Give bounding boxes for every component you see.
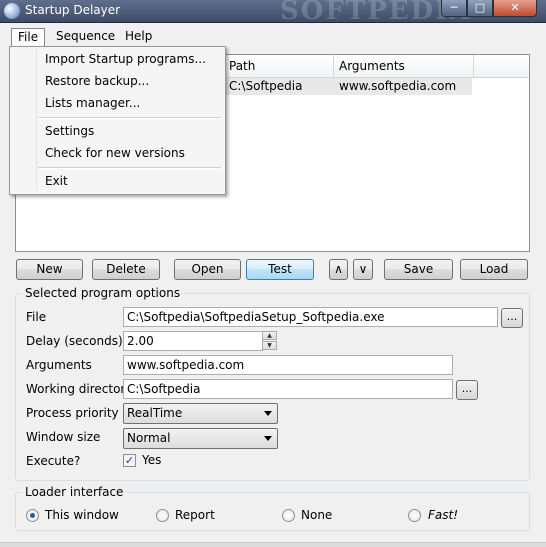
- chevron-down-icon: [264, 436, 272, 441]
- options-group-title: Selected program options: [22, 286, 184, 300]
- menu-gutter: [36, 49, 37, 190]
- window-size-select[interactable]: Normal: [123, 428, 278, 449]
- browse-file-button[interactable]: ...: [501, 308, 523, 328]
- row-arguments: www.softpedia.com: [339, 79, 457, 93]
- delay-label: Delay (seconds): [26, 334, 123, 348]
- execute-label: Execute?: [26, 454, 81, 468]
- execute-checkbox[interactable]: ✓: [123, 454, 136, 467]
- menu-item-settings[interactable]: Settings: [45, 121, 94, 141]
- minimize-button[interactable]: ─: [441, 0, 467, 17]
- loader-group-title: Loader interface: [22, 485, 127, 499]
- menu-item-lists-manager[interactable]: Lists manager...: [45, 93, 140, 113]
- radio-report[interactable]: [156, 509, 169, 522]
- radio-this-window[interactable]: [26, 509, 39, 522]
- save-button[interactable]: Save: [384, 259, 453, 280]
- delete-button[interactable]: Delete: [92, 259, 160, 280]
- radio-report-label: Report: [175, 508, 215, 522]
- menu-sequence[interactable]: Sequence: [50, 28, 121, 47]
- menu-item-import[interactable]: Import Startup programs...: [45, 49, 206, 69]
- radio-fast-label: Fast!: [428, 508, 459, 522]
- file-label: File: [26, 310, 47, 324]
- radio-fast[interactable]: [408, 509, 421, 522]
- load-button[interactable]: Load: [460, 259, 528, 280]
- column-header-arguments[interactable]: Arguments: [334, 55, 474, 77]
- priority-select[interactable]: RealTime: [123, 403, 278, 424]
- browse-workdir-button[interactable]: ...: [456, 380, 478, 400]
- delay-up-icon[interactable]: ▲: [262, 331, 277, 340]
- menu-file[interactable]: File: [11, 28, 46, 47]
- priority-value: RealTime: [127, 406, 183, 420]
- test-button[interactable]: Test: [246, 259, 314, 280]
- file-path-field[interactable]: C:\Softpedia\SoftpediaSetup_Softpedia.ex…: [123, 307, 498, 327]
- menu-help[interactable]: Help: [119, 28, 158, 47]
- menu-item-check-updates[interactable]: Check for new versions: [45, 143, 185, 163]
- window-size-value: Normal: [127, 431, 171, 445]
- app-icon: [4, 3, 20, 19]
- menu-item-restore-backup[interactable]: Restore backup...: [45, 71, 149, 91]
- arguments-label: Arguments: [26, 358, 92, 372]
- workdir-input[interactable]: C:\Softpedia: [123, 379, 453, 399]
- title-bar: Startup Delayer SOFTPEDIA ─ □ ✕: [0, 0, 546, 26]
- arguments-input[interactable]: www.softpedia.com: [123, 355, 453, 375]
- delay-down-icon[interactable]: ▼: [262, 341, 277, 350]
- maximize-button[interactable]: □: [467, 0, 493, 17]
- radio-this-window-label: This window: [45, 508, 119, 522]
- delay-input[interactable]: 2.00: [123, 331, 263, 351]
- file-menu-dropdown: Import Startup programs... Restore backu…: [9, 46, 226, 195]
- close-button[interactable]: ✕: [493, 0, 537, 17]
- new-button[interactable]: New: [16, 259, 83, 280]
- row-path: C:\Softpedia: [229, 79, 303, 93]
- menu-item-exit[interactable]: Exit: [45, 171, 68, 191]
- priority-label: Process priority: [26, 406, 119, 420]
- menu-separator: [38, 117, 221, 119]
- window-title: Startup Delayer: [25, 3, 121, 17]
- move-down-button[interactable]: ∨: [353, 259, 373, 280]
- radio-none-label: None: [301, 508, 333, 522]
- open-button[interactable]: Open: [174, 259, 241, 280]
- menu-bar: File Sequence Help: [1, 28, 545, 47]
- execute-value: Yes: [142, 453, 162, 467]
- bottom-edge: [0, 542, 546, 547]
- radio-none[interactable]: [282, 509, 295, 522]
- chevron-down-icon: [264, 411, 272, 416]
- move-up-button[interactable]: ∧: [329, 259, 348, 280]
- workdir-label: Working directory: [26, 382, 133, 396]
- column-header-path[interactable]: Path: [224, 55, 334, 77]
- menu-separator: [38, 167, 221, 169]
- window-size-label: Window size: [26, 430, 101, 444]
